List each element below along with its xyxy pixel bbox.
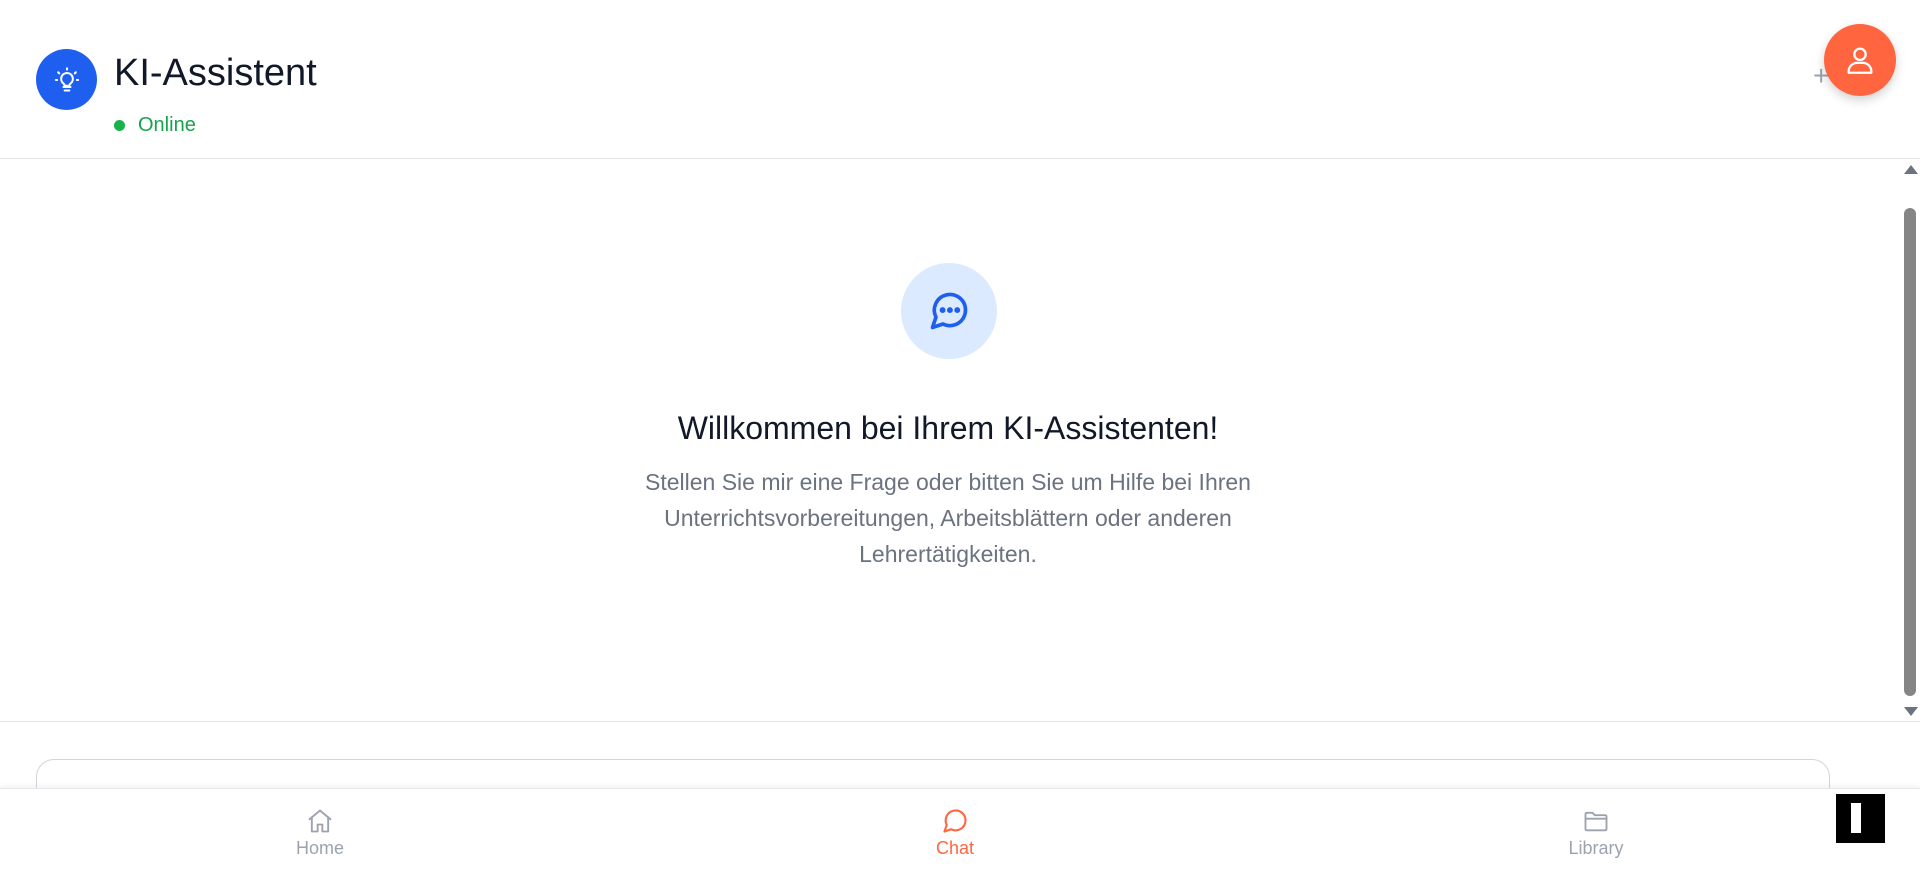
nav-chat-label: Chat (935, 838, 975, 858)
app-header: KI-Assistent Online + (0, 0, 1920, 159)
nav-chat[interactable]: Chat (895, 807, 1015, 859)
chat-icon (943, 809, 967, 833)
welcome-title: Willkommen bei Ihrem KI-Assistenten! (677, 410, 1219, 446)
bottom-navigation: Home Chat Library (0, 788, 1920, 878)
user-icon (1847, 47, 1873, 74)
page-title: KI-Assistent (114, 52, 317, 94)
welcome-icon-circle (901, 263, 997, 359)
online-dot-icon (114, 119, 125, 131)
nav-home[interactable]: Home (260, 807, 380, 859)
scroll-down-arrow-icon[interactable] (1904, 707, 1918, 716)
nav-library-label: Library (1568, 838, 1624, 858)
assistant-logo (36, 49, 97, 110)
folder-icon (1584, 811, 1608, 832)
overlay-widget[interactable] (1836, 794, 1885, 843)
lightbulb-icon (54, 66, 79, 92)
status-text: Online (138, 114, 196, 136)
profile-button[interactable] (1824, 24, 1896, 96)
home-icon (308, 809, 332, 833)
chat-bubble-icon (930, 292, 968, 330)
scrollbar-thumb[interactable] (1904, 208, 1916, 696)
scroll-up-arrow-icon[interactable] (1904, 165, 1918, 174)
nav-library[interactable]: Library (1536, 807, 1656, 859)
nav-home-label: Home (295, 838, 344, 858)
chat-area[interactable]: Willkommen bei Ihrem KI-Assistenten! Ste… (0, 160, 1920, 722)
overlay-widget-bar (1851, 803, 1861, 833)
welcome-text: Stellen Sie mir eine Frage oder bitten S… (645, 469, 1251, 567)
status-indicator: Online (114, 113, 196, 137)
chat-scrollbar[interactable] (1900, 160, 1920, 722)
